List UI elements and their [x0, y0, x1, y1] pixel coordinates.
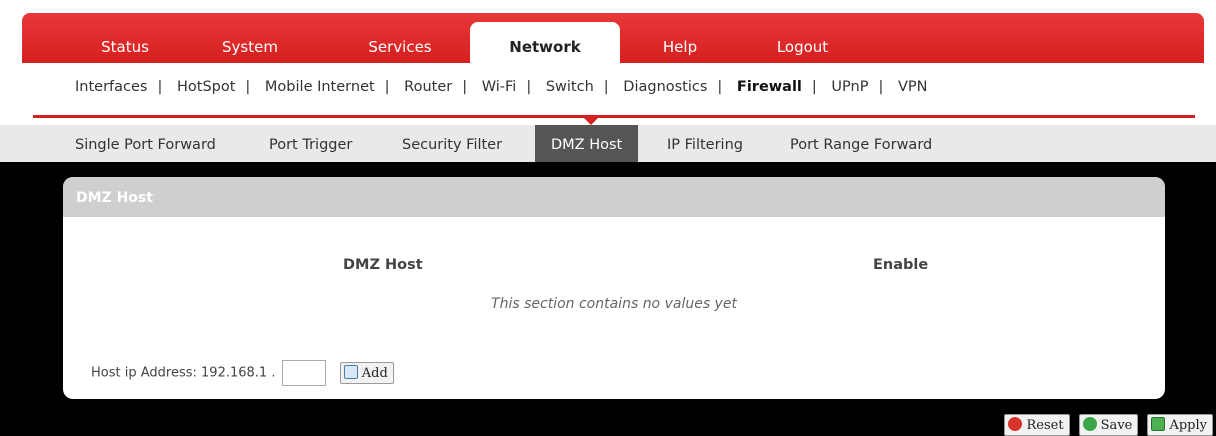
subnav-separator: | [245, 79, 251, 95]
subnav-router[interactable]: Router [404, 79, 452, 95]
save-icon [1082, 417, 1097, 431]
subnav-mobile-internet[interactable]: Mobile Internet [265, 79, 375, 95]
subnav-divider [33, 115, 1195, 118]
active-tab-pointer [583, 117, 599, 125]
tab-security-filter[interactable]: Security Filter [386, 125, 518, 162]
sub-nav: Interfaces | HotSpot | Mobile Internet | Ro… [75, 79, 927, 95]
subnav-upnp[interactable]: UPnP [831, 79, 868, 95]
reset-button-label: Reset [1026, 418, 1064, 433]
main-tab-logout[interactable]: Logout [760, 22, 845, 63]
empty-message: This section contains no values yet [491, 296, 737, 312]
subnav-firewall[interactable]: Firewall [737, 79, 802, 95]
apply-button-label: Apply [1169, 418, 1207, 433]
subnav-separator: | [526, 79, 532, 95]
main-tab-services[interactable]: Services [355, 22, 445, 63]
subnav-interfaces[interactable]: Interfaces [75, 79, 147, 95]
subnav-vpn[interactable]: VPN [898, 79, 928, 95]
apply-button[interactable]: Apply [1147, 414, 1213, 436]
content-background [0, 162, 1216, 170]
apply-icon [1151, 417, 1166, 431]
panel-title: DMZ Host [63, 177, 1165, 217]
add-button[interactable]: Add [339, 362, 394, 384]
tab-port-range-forward[interactable]: Port Range Forward [774, 125, 948, 162]
subnav-wifi[interactable]: Wi-Fi [482, 79, 517, 95]
main-tab-help[interactable]: Help [645, 22, 715, 63]
subnav-diagnostics[interactable]: Diagnostics [623, 79, 707, 95]
main-tab-system[interactable]: System [205, 22, 295, 63]
column-header-enable: Enable [873, 257, 929, 273]
subnav-separator: | [717, 79, 723, 95]
subnav-separator: | [384, 79, 390, 95]
add-icon [343, 365, 358, 379]
host-ip-last-octet-input[interactable] [281, 360, 326, 386]
tab-dmz-host[interactable]: DMZ Host [535, 125, 639, 162]
reset-icon [1008, 417, 1023, 431]
host-ip-label: Host ip Address: [91, 365, 197, 381]
dmz-host-panel: DMZ Host DMZ Host Enable This section co… [63, 177, 1165, 399]
save-button-label: Save [1100, 418, 1133, 433]
host-ip-row: Host ip Address: 192.168.1 . Add [91, 360, 394, 386]
subnav-separator: | [603, 79, 609, 95]
reset-button[interactable]: Reset [1004, 414, 1070, 436]
main-tab-network[interactable]: Network [470, 22, 620, 63]
tab-single-port-forward[interactable]: Single Port Forward [59, 125, 232, 162]
subnav-separator: | [157, 79, 163, 95]
host-ip-prefix: 192.168.1 . [201, 365, 276, 381]
subnav-separator: | [462, 79, 468, 95]
subnav-separator: | [811, 79, 817, 95]
add-button-label: Add [361, 366, 388, 381]
tab-port-trigger[interactable]: Port Trigger [253, 125, 368, 162]
subnav-hotspot[interactable]: HotSpot [177, 79, 235, 95]
save-button[interactable]: Save [1078, 414, 1139, 436]
column-header-dmz-host: DMZ Host [343, 257, 423, 273]
subnav-switch[interactable]: Switch [546, 79, 594, 95]
main-tab-status[interactable]: Status [80, 22, 170, 63]
tab-ip-filtering[interactable]: IP Filtering [651, 125, 759, 162]
action-buttons: Reset Save Apply [1000, 414, 1213, 436]
subnav-separator: | [878, 79, 884, 95]
